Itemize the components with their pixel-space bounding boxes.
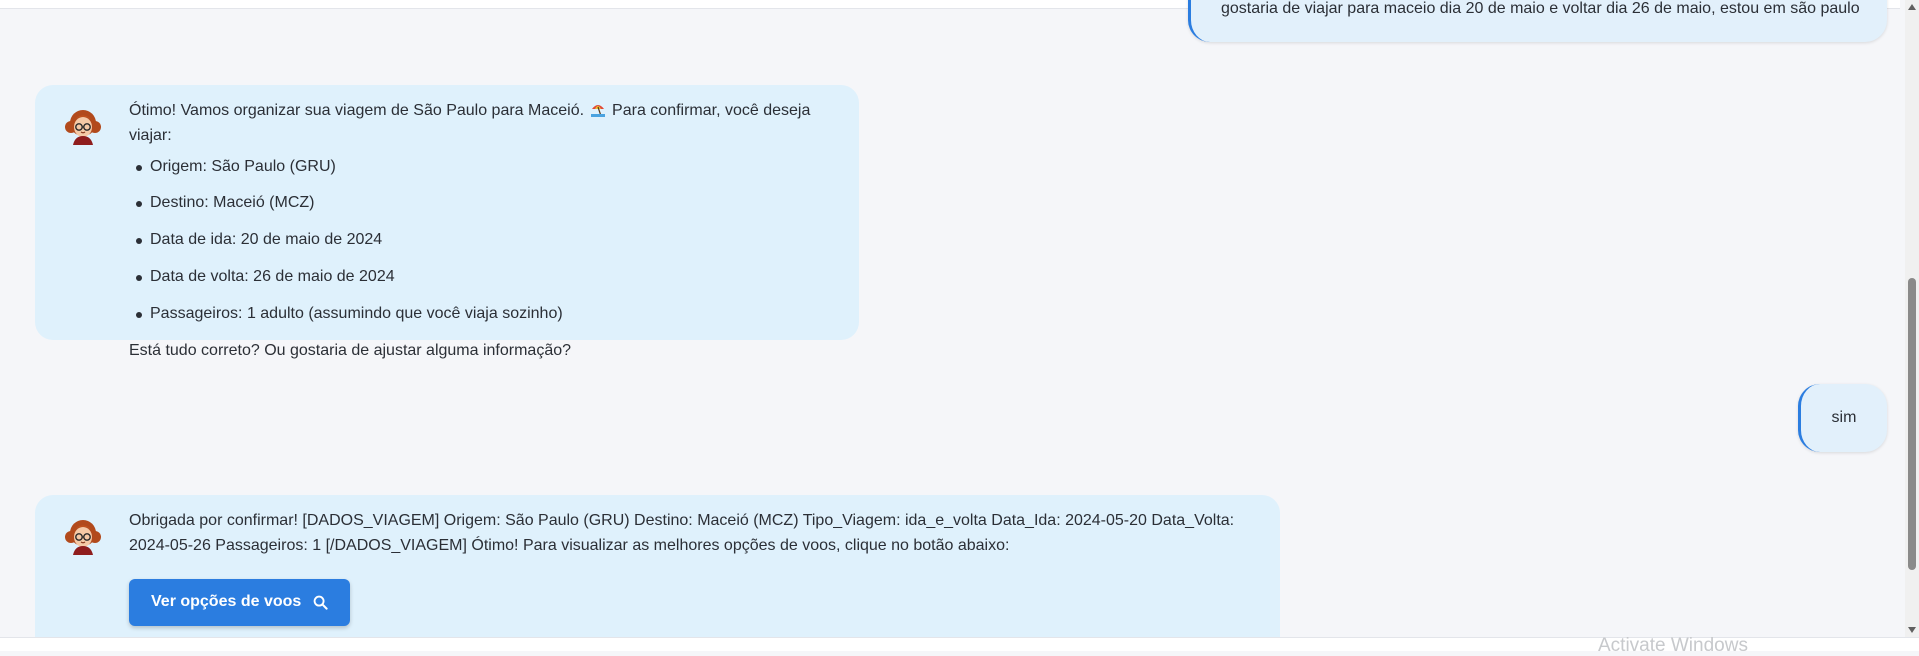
- activation-watermark: Activate Windows: [1598, 635, 1748, 656]
- scrollbar-thumb[interactable]: [1908, 278, 1916, 570]
- beach-umbrella-icon: [591, 105, 606, 117]
- user-message: sim: [1798, 384, 1887, 452]
- assistant-message: Ótimo! Vamos organizar sua viagem de São…: [35, 85, 859, 359]
- assistant-avatar-icon: [65, 520, 101, 555]
- scroll-down-arrow-icon[interactable]: [1905, 623, 1919, 637]
- user-message-text: sim: [1831, 409, 1857, 426]
- vertical-scrollbar[interactable]: [1905, 0, 1919, 637]
- chat-area: gostaria de viajar para maceio dia 20 de…: [0, 0, 1900, 637]
- list-item: Passageiros: 1 adulto (assumindo que voc…: [136, 302, 843, 327]
- trip-details-list: Origem: São Paulo (GRU) Destino: Maceió …: [129, 155, 843, 327]
- search-icon: [313, 595, 328, 610]
- scroll-up-arrow-icon[interactable]: [1905, 0, 1919, 14]
- assistant-message-text: Obrigada por confirmar! [DADOS_VIAGEM] O…: [129, 512, 1235, 554]
- list-item: Data de volta: 26 de maio de 2024: [136, 265, 843, 290]
- assistant-intro-text: Ótimo! Vamos organizar sua viagem de São…: [129, 102, 585, 119]
- list-item: Destino: Maceió (MCZ): [136, 191, 843, 216]
- list-item: Origem: São Paulo (GRU): [136, 155, 843, 180]
- user-message: gostaria de viajar para maceio dia 20 de…: [1188, 0, 1887, 42]
- user-message-text: gostaria de viajar para maceio dia 20 de…: [1221, 0, 1860, 17]
- assistant-intro: Ótimo! Vamos organizar sua viagem de São…: [129, 99, 843, 149]
- view-flight-options-button[interactable]: Ver opções de voos: [129, 578, 351, 626]
- list-item: Data de ida: 20 de maio de 2024: [136, 228, 843, 253]
- assistant-avatar-icon: [65, 110, 101, 145]
- view-flight-options-label: Ver opções de voos: [151, 593, 302, 611]
- assistant-closing-question: Está tudo correto? Ou gostaria de ajusta…: [129, 341, 572, 359]
- assistant-message: Obrigada por confirmar! [DADOS_VIAGEM] O…: [35, 495, 1280, 637]
